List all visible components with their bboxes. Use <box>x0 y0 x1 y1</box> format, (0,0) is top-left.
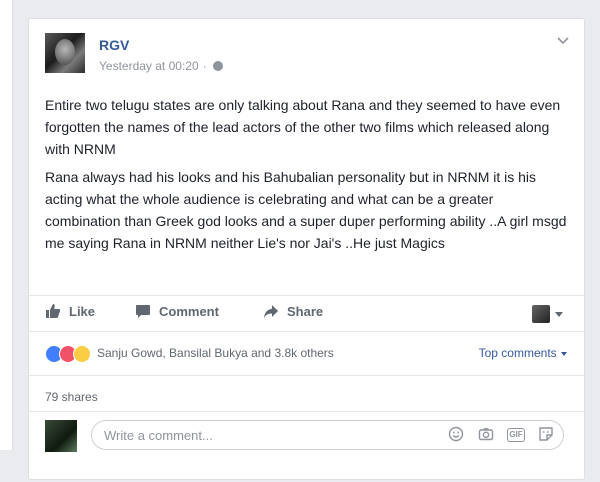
post-meta: Yesterday at 00:20 · <box>99 59 223 73</box>
author-name[interactable]: RGV <box>99 37 129 53</box>
top-comments-dropdown[interactable]: Top comments <box>479 346 568 360</box>
chevron-down-icon[interactable] <box>556 33 570 47</box>
post-timestamp[interactable]: Yesterday at 00:20 <box>99 59 199 73</box>
comment-box[interactable]: GIF <box>91 420 564 450</box>
shares-count[interactable]: 79 shares <box>45 390 98 404</box>
like-label: Like <box>69 303 96 319</box>
comment-label: Comment <box>159 303 219 319</box>
post-paragraph: Entire two telugu states are only talkin… <box>45 97 561 157</box>
share-label: Share <box>287 303 324 319</box>
sticker-icon[interactable] <box>537 426 555 444</box>
post-body: Entire two telugu states are only talkin… <box>45 94 570 260</box>
comment-input[interactable] <box>102 427 426 444</box>
gif-icon[interactable]: GIF <box>507 428 525 442</box>
post-actions-bar: Like Comment Share <box>29 295 584 332</box>
post-as-selector[interactable] <box>532 305 564 323</box>
reaction-icons[interactable] <box>45 345 97 363</box>
avatar-face <box>55 39 75 65</box>
comment-button[interactable]: Comment <box>135 303 219 319</box>
emoji-icon[interactable] <box>447 426 465 444</box>
like-button[interactable]: Like <box>45 303 95 319</box>
author-avatar[interactable] <box>45 33 85 73</box>
meta-separator: · <box>202 59 207 73</box>
share-button[interactable]: Share <box>263 303 323 319</box>
thumbs-up-icon <box>46 304 61 318</box>
left-sidebar-edge <box>0 0 13 450</box>
globe-icon[interactable] <box>212 61 223 71</box>
viewer-avatar <box>532 305 550 323</box>
share-arrow-icon <box>264 305 278 318</box>
top-comments-label: Top comments <box>478 346 557 360</box>
reactions-row: Sanju Gowd, Bansilal Bukya and 3.8k othe… <box>29 331 584 376</box>
reactors-summary[interactable]: Sanju Gowd, Bansilal Bukya and 3.8k othe… <box>97 346 334 360</box>
post-card: RGV Yesterday at 00:20 · Entire two telu… <box>28 18 585 480</box>
composer-icons: GIF <box>447 426 555 444</box>
comment-bubble-icon <box>136 305 150 318</box>
commenter-avatar <box>45 420 77 452</box>
post-paragraph: Rana always had his looks and his Bahuba… <box>45 169 567 251</box>
caret-down-icon <box>561 351 567 356</box>
haha-reaction-icon <box>73 345 91 363</box>
caret-down-icon <box>555 312 563 317</box>
shares-row: 79 shares <box>29 375 584 412</box>
camera-icon[interactable] <box>477 426 495 444</box>
comment-composer: GIF <box>29 411 584 482</box>
